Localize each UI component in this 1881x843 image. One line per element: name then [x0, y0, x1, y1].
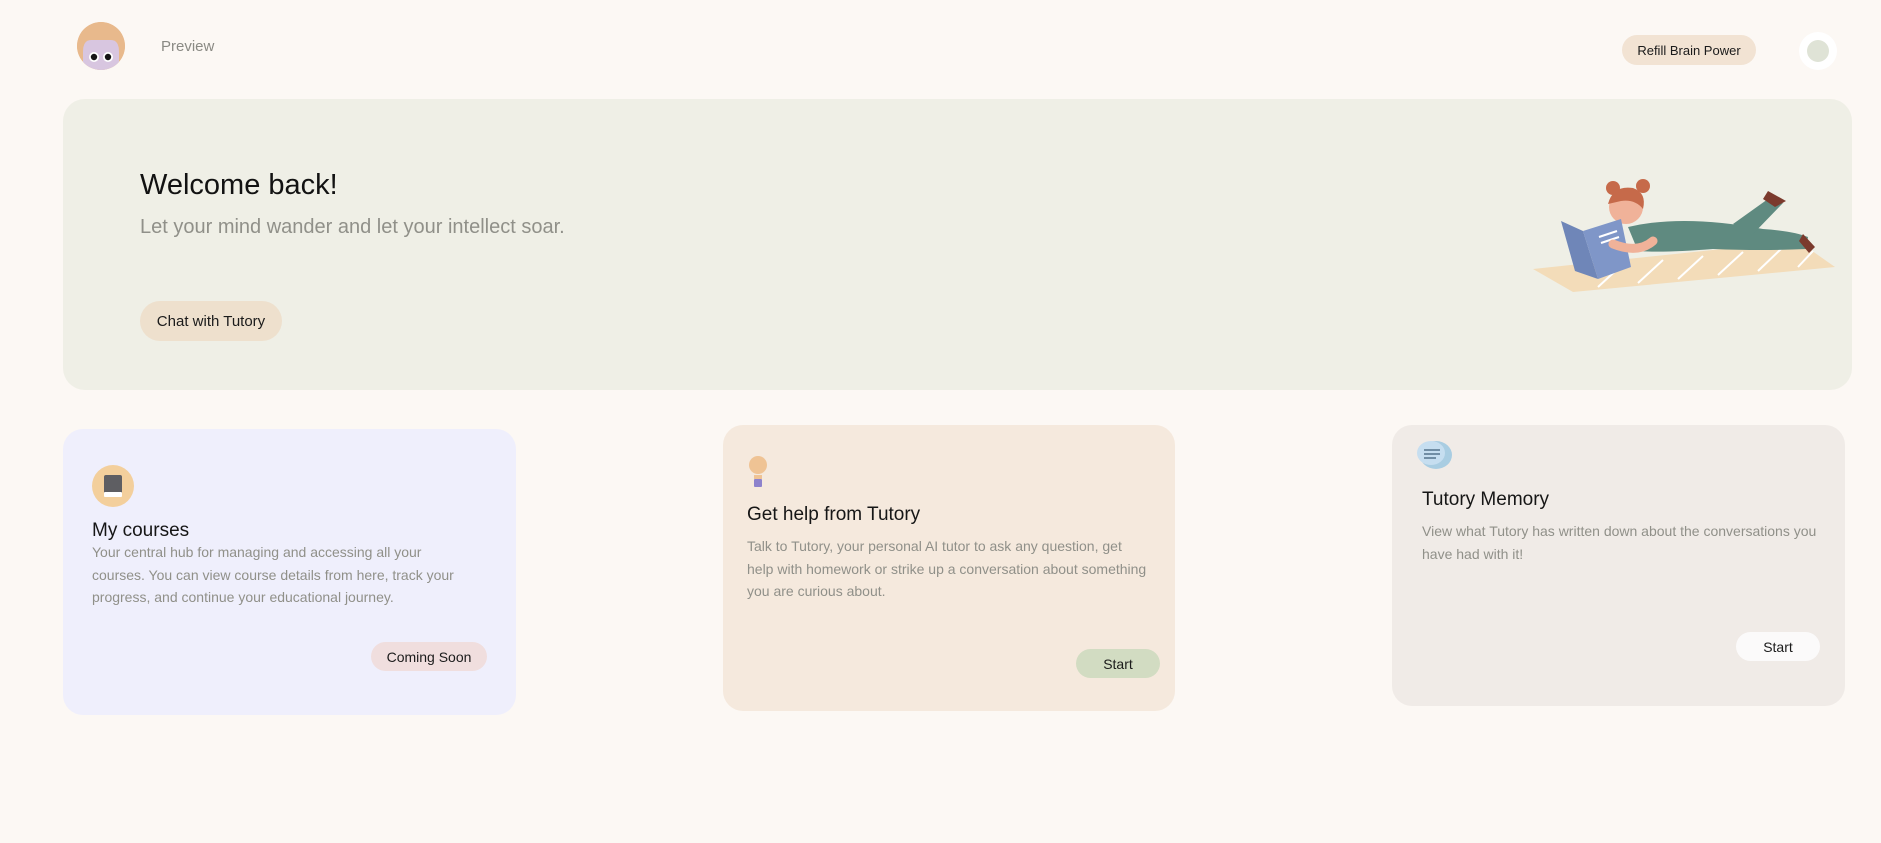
- tutory-memory-card: Tutory Memory View what Tutory has writt…: [1392, 425, 1845, 706]
- chat-with-tutory-button[interactable]: Chat with Tutory: [140, 301, 282, 341]
- preview-link[interactable]: Preview: [161, 38, 214, 55]
- reading-girl-illustration: [1533, 179, 1835, 292]
- my-courses-card: My courses Your central hub for managing…: [63, 429, 516, 715]
- lightbulb-icon: [747, 455, 769, 489]
- profile-button[interactable]: [1799, 32, 1837, 70]
- tutory-memory-description: View what Tutory has written down about …: [1422, 523, 1817, 562]
- refill-brain-power-button[interactable]: Refill Brain Power: [1622, 35, 1756, 65]
- tutory-memory-title: Tutory Memory: [1422, 489, 1550, 510]
- get-help-description: Talk to Tutory, your personal AI tutor t…: [747, 538, 1147, 599]
- my-courses-description: Your central hub for managing and access…: [92, 544, 454, 605]
- my-courses-title: My courses: [92, 520, 190, 541]
- start-memory-button[interactable]: Start: [1736, 632, 1820, 661]
- coming-soon-button[interactable]: Coming Soon: [371, 642, 487, 671]
- get-help-title: Get help from Tutory: [747, 504, 921, 525]
- top-bar: Preview Refill Brain Power: [0, 0, 1881, 100]
- welcome-title: Welcome back!: [140, 169, 338, 201]
- welcome-subtitle: Let your mind wander and let your intell…: [140, 216, 565, 238]
- chat-bubble-icon: [1414, 435, 1454, 471]
- start-help-button[interactable]: Start: [1076, 649, 1160, 678]
- owl-avatar-icon: [77, 22, 125, 70]
- get-help-card: Get help from Tutory Talk to Tutory, you…: [723, 425, 1175, 711]
- welcome-banner: Welcome back! Let your mind wander and l…: [63, 99, 1852, 390]
- status-dot-icon: [1807, 40, 1829, 62]
- avatar[interactable]: [77, 22, 125, 70]
- book-icon: [92, 465, 134, 507]
